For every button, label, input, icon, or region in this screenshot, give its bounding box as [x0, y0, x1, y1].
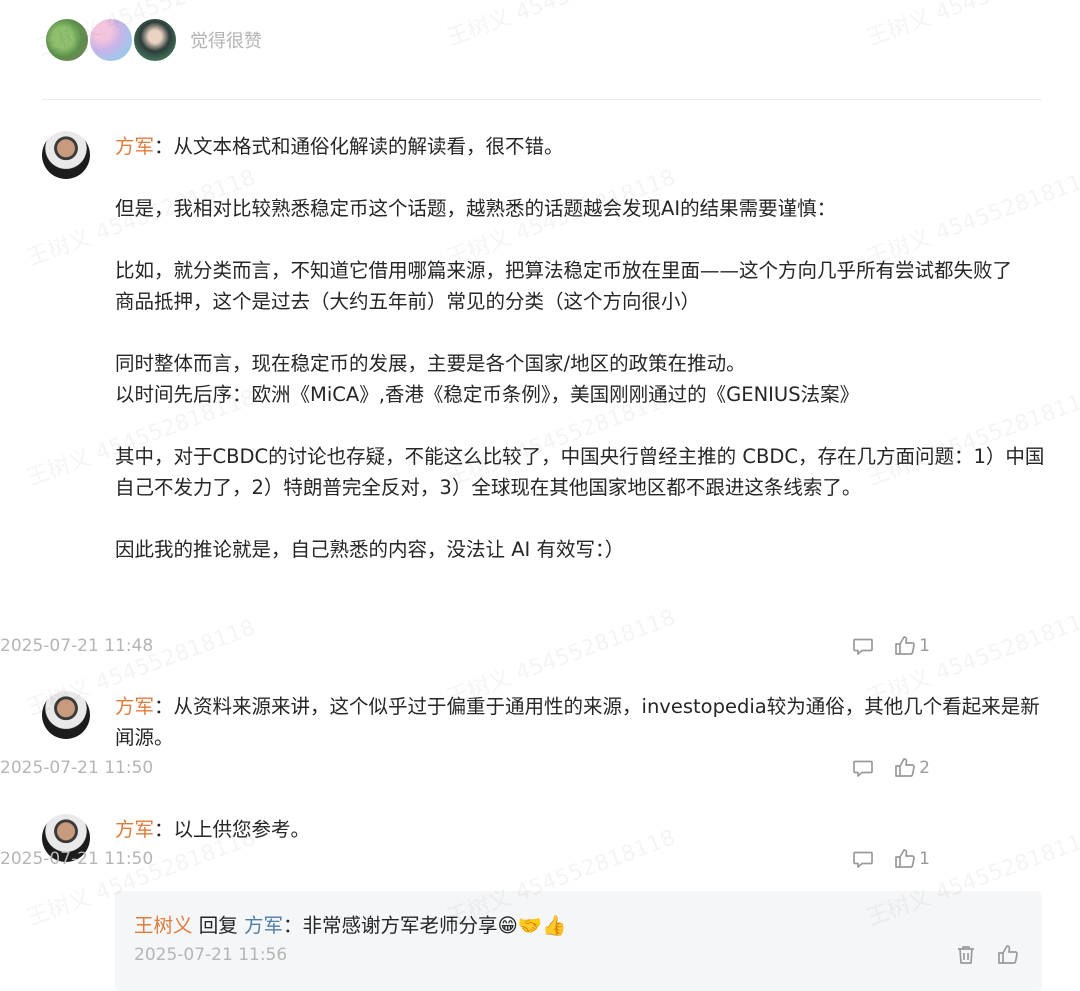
- avatar[interactable]: [42, 691, 90, 739]
- comment-author[interactable]: 方军: [115, 695, 154, 718]
- like-count: 1: [919, 636, 930, 656]
- comment: 方军：以上供您参考。: [115, 814, 1045, 845]
- comment-author[interactable]: 方军: [115, 818, 154, 841]
- reply-button[interactable]: [851, 847, 875, 871]
- thumbs-up-icon: [893, 634, 917, 658]
- reply-verb: 回复: [198, 914, 238, 937]
- delete-button[interactable]: [954, 943, 978, 967]
- comment-time: 2025-07-21 11:50: [0, 849, 154, 869]
- author-separator: ：: [154, 135, 174, 158]
- thumbs-up-icon: [893, 847, 917, 871]
- like-count: 2: [919, 758, 930, 778]
- reply-body: 王树义 回复 方军：非常感谢方军老师分享😁🤝👍: [134, 909, 566, 938]
- reply-text: 非常感谢方军老师分享😁🤝👍: [302, 914, 567, 937]
- divider: [42, 99, 1042, 100]
- comment-text: 从文本格式和通俗化解读的解读看，很不错。 但是，我相对比较熟悉稳定币这个话题，越…: [115, 135, 1045, 561]
- reply-box: 王树义 回复 方军：非常感谢方军老师分享😁🤝👍 2025-07-21 11:56: [115, 891, 1042, 991]
- liker-avatar[interactable]: [132, 17, 178, 63]
- comment-bubble-icon: [851, 847, 875, 871]
- reply-button[interactable]: [851, 756, 875, 780]
- reply-time: 2025-07-21 11:56: [134, 945, 288, 965]
- comment-bubble-icon: [851, 634, 875, 658]
- comment-text: 从资料来源来讲，这个似乎过于偏重于通用性的来源，investopedia较为通俗…: [115, 695, 1040, 749]
- like-button[interactable]: 2: [893, 756, 930, 780]
- author-separator: ：: [154, 695, 174, 718]
- like-button[interactable]: [996, 943, 1020, 967]
- comment-actions: 1: [833, 847, 930, 871]
- liker-avatar[interactable]: [44, 17, 90, 63]
- comment-body: 方军：从资料来源来讲，这个似乎过于偏重于通用性的来源，investopedia较…: [115, 691, 1045, 753]
- comment-bubble-icon: [851, 756, 875, 780]
- comment-time: 2025-07-21 11:50: [0, 758, 154, 778]
- liker-avatar[interactable]: [88, 17, 134, 63]
- avatar[interactable]: [42, 131, 90, 179]
- comment-meta: 2025-07-21 11:48 1: [0, 636, 930, 664]
- thumbs-up-icon: [893, 756, 917, 780]
- reply-button[interactable]: [851, 634, 875, 658]
- trash-icon: [954, 943, 978, 967]
- thumbs-up-icon: [996, 943, 1020, 967]
- comment-author[interactable]: 方军: [115, 135, 154, 158]
- likers-label: 觉得很赞: [190, 31, 262, 52]
- reply-actions: [936, 943, 1020, 967]
- like-button[interactable]: 1: [893, 634, 930, 658]
- author-separator: ：: [154, 818, 174, 841]
- comment-actions: 2: [833, 756, 930, 780]
- reply-author[interactable]: 王树义: [134, 914, 193, 937]
- comment-text: 以上供您参考。: [173, 818, 311, 841]
- comment: 方军：从资料来源来讲，这个似乎过于偏重于通用性的来源，investopedia较…: [115, 691, 1045, 753]
- comment-body: 方军：以上供您参考。: [115, 814, 1045, 845]
- likers-row[interactable]: 觉得很赞: [44, 16, 262, 64]
- like-button[interactable]: 1: [893, 847, 930, 871]
- comment-meta: 2025-07-21 11:50 2: [0, 758, 930, 786]
- watermark: 王树义 454552818118: [862, 0, 1080, 52]
- like-count: 1: [919, 849, 930, 869]
- reply-separator: ：: [282, 914, 303, 937]
- watermark: 王树义 454552818118: [442, 0, 679, 52]
- comment-body: 方军：从文本格式和通俗化解读的解读看，很不错。 但是，我相对比较熟悉稳定币这个话…: [115, 131, 1045, 565]
- comment-time: 2025-07-21 11:48: [0, 636, 154, 656]
- comment: 方军：从文本格式和通俗化解读的解读看，很不错。 但是，我相对比较熟悉稳定币这个话…: [115, 131, 1045, 565]
- reply-target[interactable]: 方军: [244, 914, 283, 937]
- comment-actions: 1: [833, 634, 930, 658]
- comment-meta: 2025-07-21 11:50 1: [0, 849, 930, 877]
